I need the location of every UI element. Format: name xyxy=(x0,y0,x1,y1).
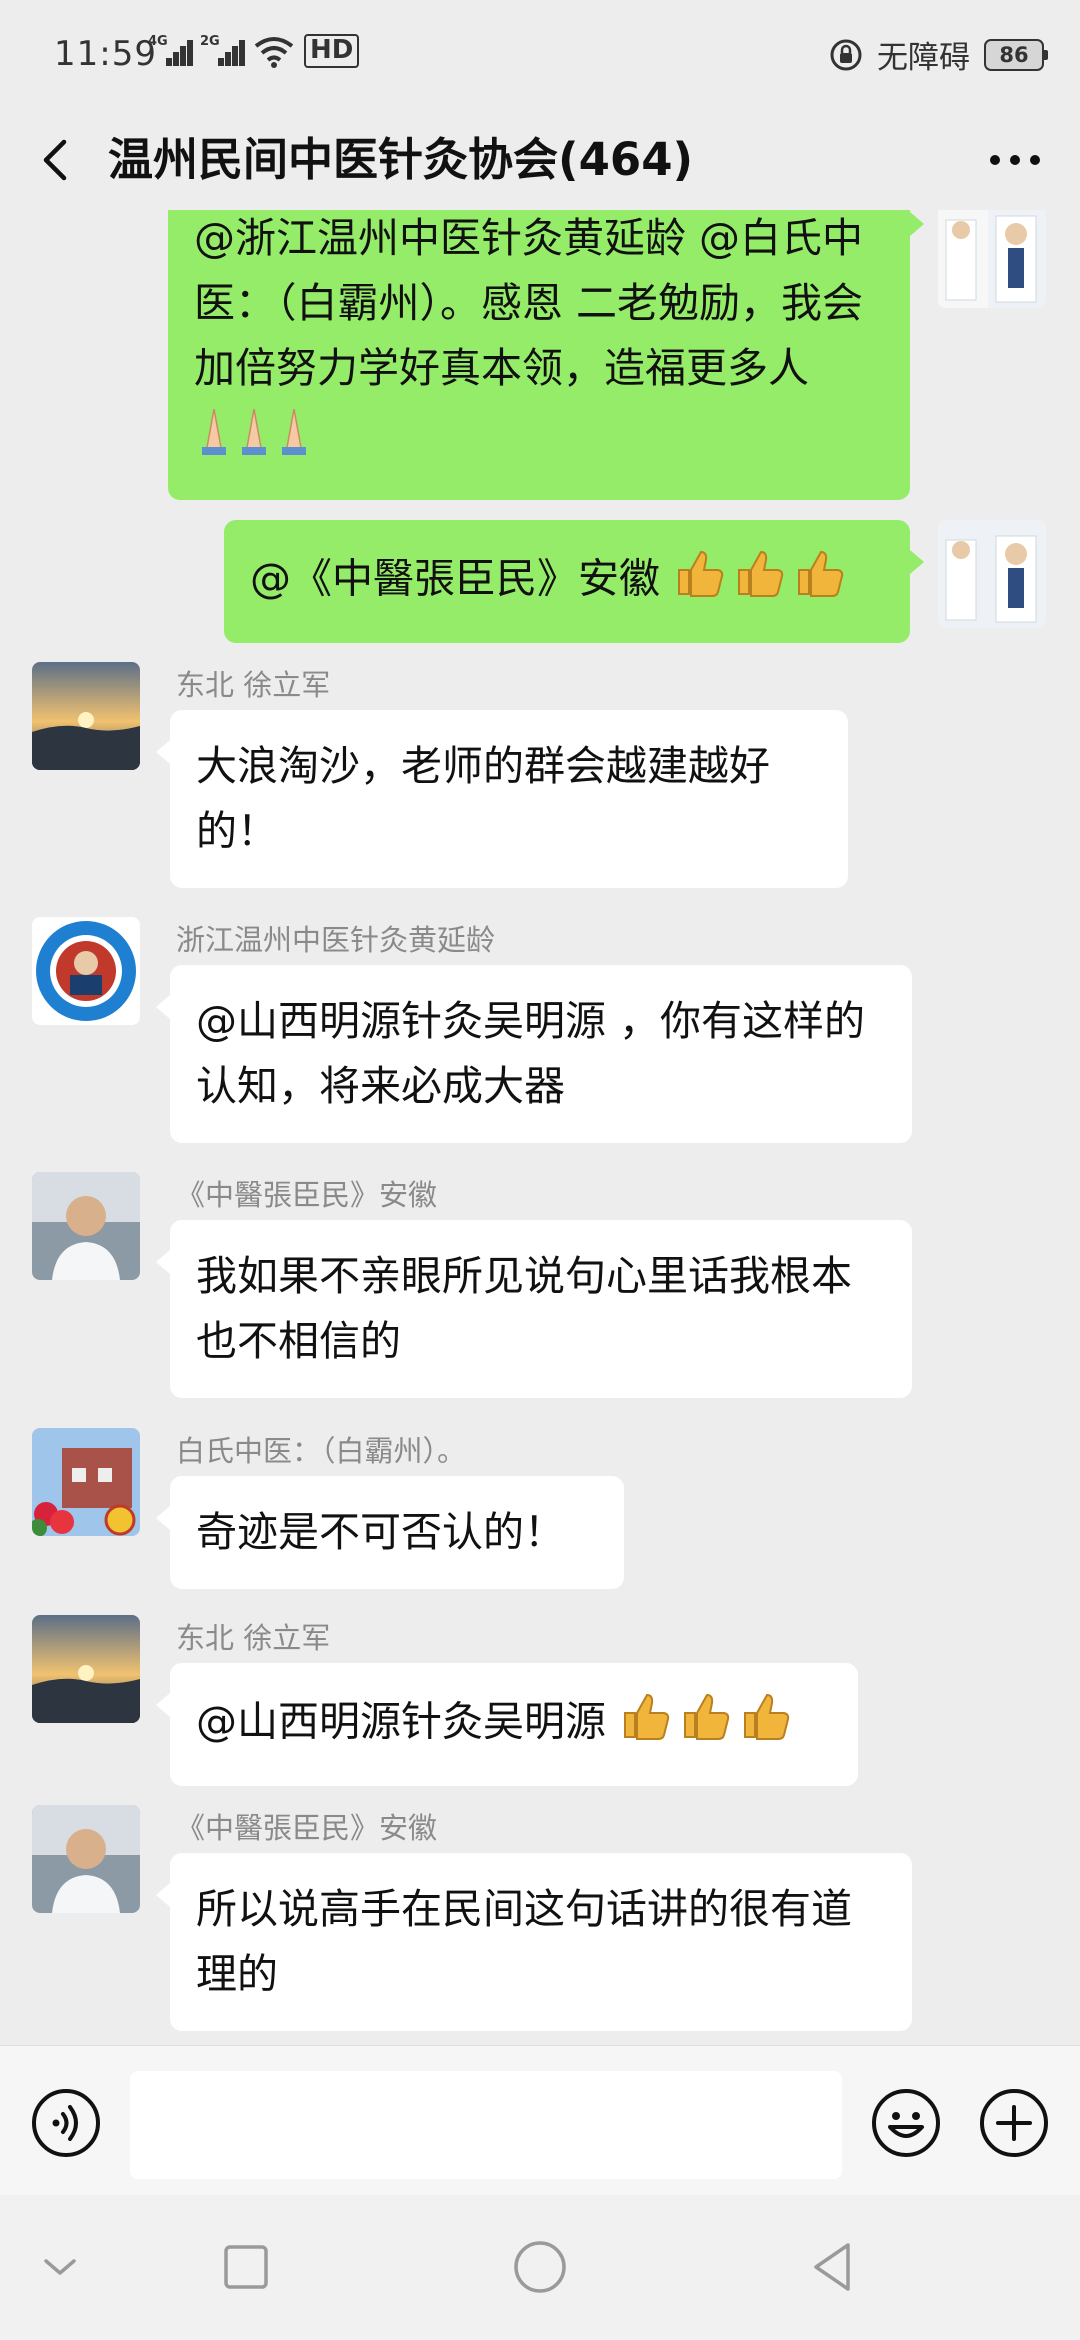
message-text: @浙江温州中医针灸黄延龄 @白氏中医：（白霸州）。感恩 二老勉励，我会加倍努力学… xyxy=(194,214,864,392)
accessibility-label: 无障碍 xyxy=(877,40,970,76)
message-text: 大浪淘沙，老师的群会越建越好的！ xyxy=(196,742,770,855)
my-avatar[interactable] xyxy=(938,520,1046,628)
avatar-association-logo[interactable] xyxy=(32,917,140,1025)
folded-hands-emoji-icon xyxy=(194,401,314,476)
message-bubble-in[interactable]: 我如果不亲眼所见说句心里话我根本也不相信的 xyxy=(156,1220,912,1398)
message-list[interactable]: @浙江温州中医针灸黄延龄 @白氏中医：（白霸州）。感恩 二老勉励，我会加倍努力学… xyxy=(0,210,1080,2045)
sender-name: 东北 徐立军 xyxy=(176,668,331,702)
battery-indicator: 86 xyxy=(984,38,1048,71)
status-right: 无障碍 86 xyxy=(829,32,1048,77)
avatar-sunrise[interactable] xyxy=(32,662,140,770)
message-bubble-in[interactable]: 奇迹是不可否认的！ xyxy=(156,1476,624,1589)
plus-icon[interactable] xyxy=(978,2087,1050,2159)
chevron-down-icon[interactable] xyxy=(30,2237,90,2297)
message-bubble-in[interactable]: 所以说高手在民间这句话讲的很有道理的 xyxy=(156,1853,912,2031)
home-icon[interactable] xyxy=(510,2237,570,2297)
message-input-bar xyxy=(0,2045,1080,2195)
back-icon[interactable] xyxy=(804,2237,864,2297)
avatar-sunrise[interactable] xyxy=(32,1615,140,1723)
cell-signal-2g-icon: 2G xyxy=(200,34,245,68)
status-icons: 4G 2G HD xyxy=(148,34,360,68)
sender-name: 浙江温州中医针灸黄延龄 xyxy=(176,923,496,957)
message-text: 我如果不亲眼所见说句心里话我根本也不相信的 xyxy=(196,1252,852,1365)
message-bubble-out[interactable]: @《中醫張臣民》安徽 xyxy=(224,520,924,643)
message-bubble-in[interactable]: @山西明源针灸吴明源 ，你有这样的认知，将来必成大器 xyxy=(156,965,912,1143)
sender-name: 白氏中医：（白霸州）。 xyxy=(176,1434,467,1468)
accessibility-lock-icon xyxy=(830,39,862,70)
thumbs-up-emoji-icon xyxy=(673,544,853,619)
wifi-icon xyxy=(254,37,294,68)
sender-name: 东北 徐立军 xyxy=(176,1621,331,1655)
message-bubble-in[interactable]: 大浪淘沙，老师的群会越建越好的！ xyxy=(156,710,848,888)
thumbs-up-emoji-icon xyxy=(619,1687,799,1762)
system-navigation-bar xyxy=(0,2195,1080,2340)
status-bar: 11:59 4G 2G HD 无障碍 86 xyxy=(0,0,1080,110)
more-options-icon[interactable] xyxy=(980,132,1050,188)
cell-signal-4g-icon: 4G xyxy=(148,34,193,68)
message-text: @山西明源针灸吴明源 xyxy=(196,1697,620,1746)
back-arrow-icon[interactable] xyxy=(30,132,86,188)
hd-voice-icon: HD xyxy=(304,34,360,68)
avatar-building-flowers[interactable] xyxy=(32,1428,140,1536)
message-input[interactable] xyxy=(130,2071,842,2179)
chat-header: 温州民间中医针灸协会(464) xyxy=(0,110,1080,210)
message-text: @《中醫張臣民》安徽 xyxy=(250,554,674,603)
avatar-man-car[interactable] xyxy=(32,1805,140,1913)
my-avatar[interactable] xyxy=(938,210,1046,308)
recents-icon[interactable] xyxy=(216,2237,276,2297)
voice-icon[interactable] xyxy=(30,2087,102,2159)
message-text: @山西明源针灸吴明源 ，你有这样的认知，将来必成大器 xyxy=(196,997,866,1110)
status-time: 11:59 xyxy=(54,34,157,74)
message-text: 奇迹是不可否认的！ xyxy=(196,1508,565,1556)
message-text: 所以说高手在民间这句话讲的很有道理的 xyxy=(196,1885,852,1998)
message-bubble-in[interactable]: @山西明源针灸吴明源 xyxy=(156,1663,858,1786)
sender-name: 《中醫張臣民》安徽 xyxy=(176,1178,438,1212)
sender-name: 《中醫張臣民》安徽 xyxy=(176,1811,438,1845)
avatar-man-car[interactable] xyxy=(32,1172,140,1280)
chat-title: 温州民间中医针灸协会(464) xyxy=(108,133,694,186)
emoji-icon[interactable] xyxy=(870,2087,942,2159)
message-bubble-out[interactable]: @浙江温州中医针灸黄延龄 @白氏中医：（白霸州）。感恩 二老勉励，我会加倍努力学… xyxy=(168,210,924,500)
